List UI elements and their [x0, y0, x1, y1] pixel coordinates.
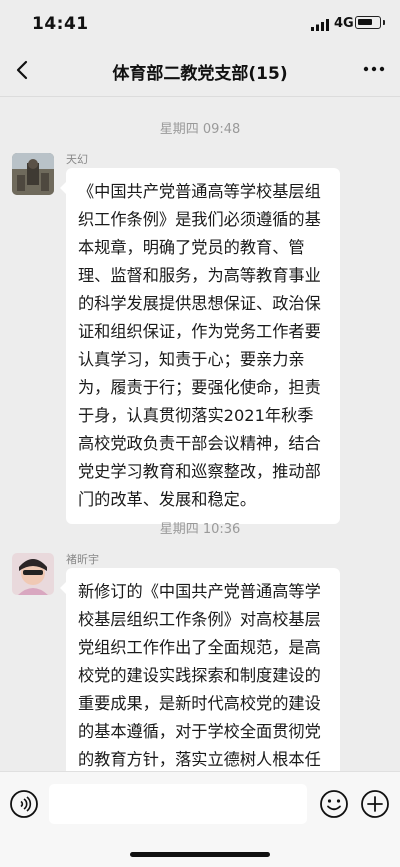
avatar[interactable] — [12, 553, 54, 595]
back-chevron-icon[interactable] — [12, 58, 34, 82]
status-bar: 14:41 4G — [0, 0, 400, 44]
home-indicator — [130, 852, 270, 857]
message-input[interactable] — [49, 784, 307, 824]
sender-name: 褚昕宇 — [66, 553, 99, 566]
message-bubble[interactable]: 《中国共产党普通高等学校基层组织工作条例》是我们必须遵循的基本规章，明确了党员的… — [60, 168, 340, 524]
avatar-photo — [12, 553, 54, 595]
sender-name: 天幻 — [66, 153, 88, 166]
emoji-icon[interactable] — [319, 789, 349, 819]
chat-header: 体育部二教党支部(15) — [0, 44, 400, 97]
network-type: 4G — [334, 16, 354, 31]
message-bubble[interactable]: 新修订的《中国共产党普通高等学校基层组织工作条例》对高校基层党组织工作作出了全面… — [60, 568, 340, 771]
status-time: 14:41 — [32, 14, 89, 34]
signal-icon — [311, 19, 329, 31]
avatar[interactable] — [12, 153, 54, 195]
battery-icon — [355, 16, 385, 29]
voice-input-icon[interactable] — [9, 789, 39, 819]
plus-icon[interactable] — [360, 789, 390, 819]
message-timestamp: 星期四 10:36 — [159, 522, 241, 537]
message-text: 《中国共产党普通高等学校基层组织工作条例》是我们必须遵循的基本规章，明确了党员的… — [78, 182, 321, 509]
message-text: 新修订的《中国共产党普通高等学校基层组织工作条例》对高校基层党组织工作作出了全面… — [78, 582, 321, 769]
more-options-icon[interactable] — [362, 59, 386, 79]
message-list[interactable]: 星期四 09:48 天幻 《中国共产党普通高等学校基层组织工作条例》是我们必须遵… — [0, 97, 400, 771]
avatar-photo — [12, 153, 54, 195]
message-timestamp: 星期四 09:48 — [159, 122, 241, 137]
chat-title: 体育部二教党支部(15) — [112, 64, 288, 84]
